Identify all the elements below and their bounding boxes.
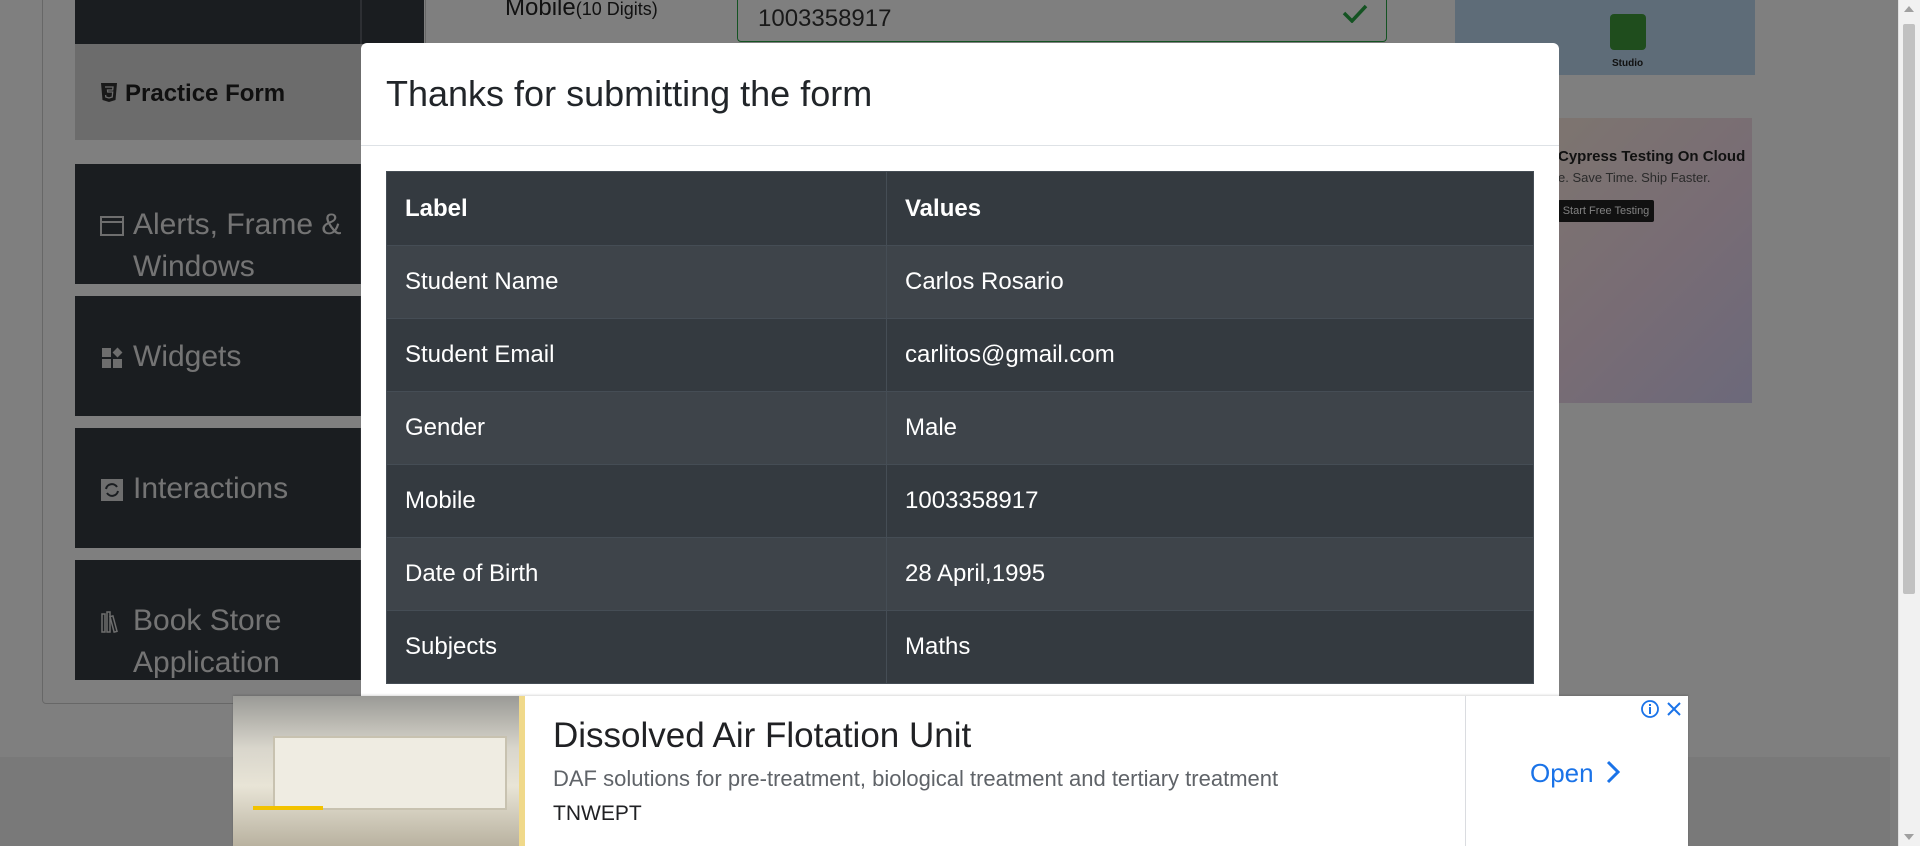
table-row: Mobile 1003358917: [386, 464, 1534, 538]
results-table-container: Label Values Student Name Carlos Rosario…: [386, 171, 1534, 684]
results-table: Label Values Student Name Carlos Rosario…: [386, 171, 1534, 684]
scroll-down-arrow-icon[interactable]: [1904, 834, 1914, 840]
ad-title[interactable]: Dissolved Air Flotation Unit: [553, 716, 971, 756]
ad-separator: [1465, 696, 1466, 846]
ad-image-tank: [273, 736, 507, 810]
row-label: Mobile: [386, 464, 887, 538]
scrollbar-thumb[interactable]: [1903, 24, 1915, 594]
row-label: Date of Birth: [386, 537, 887, 611]
info-icon[interactable]: [1640, 699, 1660, 719]
ad-open-button[interactable]: Open: [1530, 758, 1594, 789]
row-label: Student Name: [386, 245, 887, 319]
table-row: Student Name Carlos Rosario: [386, 245, 1534, 319]
row-value: 28 April,1995: [886, 537, 1534, 611]
table-row: Student Email carlitos@gmail.com: [386, 318, 1534, 392]
table-row: Subjects Maths: [386, 610, 1534, 684]
bottom-ad-banner[interactable]: Dissolved Air Flotation Unit DAF solutio…: [233, 696, 1688, 846]
chevron-right-icon[interactable]: [1605, 760, 1621, 784]
modal-header: Thanks for submitting the form: [361, 43, 1559, 146]
table-row: Gender Male: [386, 391, 1534, 465]
ad-image: [233, 696, 519, 846]
row-label: Subjects: [386, 610, 887, 684]
row-value: Carlos Rosario: [886, 245, 1534, 319]
ad-image-divider: [519, 696, 525, 846]
page-scrollbar[interactable]: [1898, 0, 1920, 846]
scroll-up-arrow-icon[interactable]: [1904, 6, 1914, 12]
row-value: carlitos@gmail.com: [886, 318, 1534, 392]
row-value: Male: [886, 391, 1534, 465]
row-value: Maths: [886, 610, 1534, 684]
row-value: 1003358917: [886, 464, 1534, 538]
modal-title: Thanks for submitting the form: [386, 73, 873, 114]
row-label: Student Email: [386, 318, 887, 392]
row-label: Gender: [386, 391, 887, 465]
column-header-label: Label: [386, 171, 887, 246]
close-icon[interactable]: [1664, 699, 1684, 719]
column-header-values: Values: [886, 171, 1534, 246]
ad-source: TNWEPT: [553, 802, 642, 825]
table-row: Date of Birth 28 April,1995: [386, 537, 1534, 611]
ad-image-rail: [253, 806, 323, 846]
ad-description: DAF solutions for pre-treatment, biologi…: [553, 766, 1279, 791]
